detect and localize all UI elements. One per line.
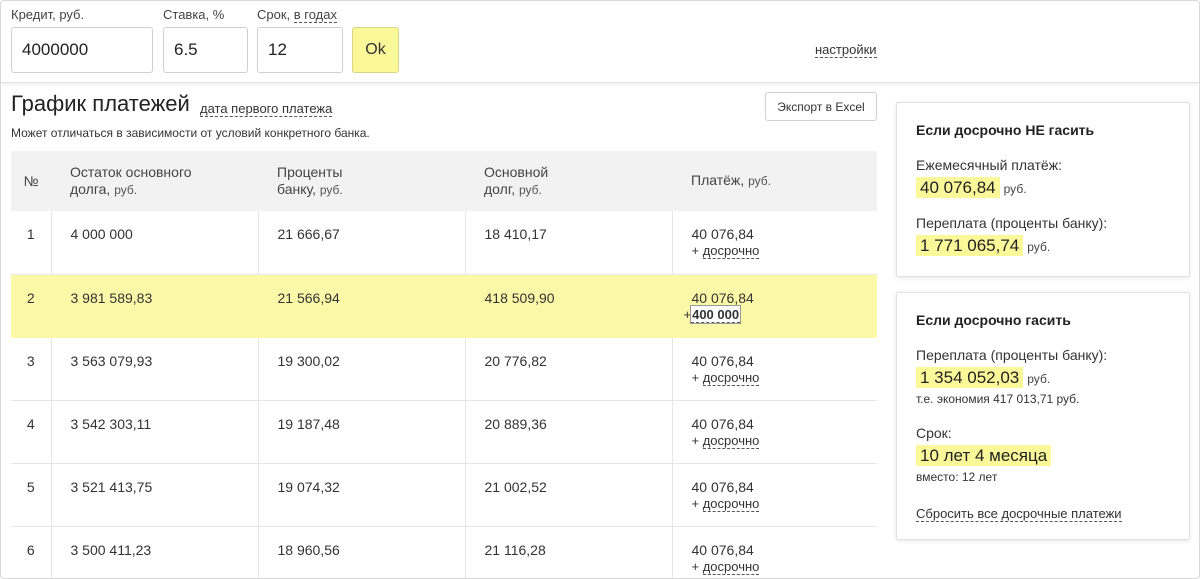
monthly-payment-label: Ежемесячный платёж: bbox=[916, 157, 1062, 173]
interest-cell: 21 666,67 bbox=[257, 211, 465, 275]
payment-cell: 40 076,84 + досрочно bbox=[671, 400, 877, 464]
interest-cell: 19 074,32 bbox=[257, 463, 465, 527]
table-header-row: № Остаток основного долга, руб. Проценты б… bbox=[11, 151, 877, 211]
payment-schedule-table: № Остаток основного долга, руб. Проценты б… bbox=[11, 151, 877, 578]
remaining-cell: 3 542 303,11 bbox=[50, 400, 258, 464]
first-payment-date-link[interactable]: дата первого платежа bbox=[200, 101, 333, 117]
overpay-label: Переплата (проценты банку): bbox=[916, 347, 1108, 363]
principal-cell: 20 889,36 bbox=[464, 400, 672, 464]
remaining-cell: 3 521 413,75 bbox=[50, 463, 258, 527]
with-early-title: Если досрочно гасить bbox=[916, 312, 1071, 328]
payment-value: 40 076,84 bbox=[691, 289, 754, 306]
no-early-title: Если досрочно НЕ гасить bbox=[916, 122, 1095, 138]
early-payment-link[interactable]: досрочно bbox=[702, 495, 760, 512]
row-number: 3 bbox=[11, 337, 51, 401]
early-payment-link[interactable]: досрочно bbox=[702, 369, 760, 386]
row-number: 5 bbox=[11, 463, 51, 527]
col-header-remaining: Остаток основного долга, руб. bbox=[51, 151, 258, 211]
calculator-frame: Кредит, руб. Ставка, % Срок, в годах Ok … bbox=[0, 0, 1200, 579]
term-input[interactable] bbox=[257, 27, 343, 73]
credit-amount-input[interactable] bbox=[11, 27, 153, 73]
overpay-value: 1 771 065,74 руб. bbox=[916, 235, 1050, 256]
export-excel-button[interactable]: Экспорт в Excel bbox=[765, 92, 877, 121]
remaining-cell: 3 981 589,83 bbox=[50, 274, 258, 338]
interest-cell: 19 300,02 bbox=[257, 337, 465, 401]
col-header-interest: Проценты банку, руб. bbox=[258, 151, 465, 211]
remaining-cell: 4 000 000 bbox=[50, 211, 258, 275]
early-payment-link[interactable]: досрочно bbox=[702, 243, 760, 259]
interest-cell: 18 960,56 bbox=[257, 526, 465, 578]
payment-cell: 40 076,84 + досрочно bbox=[671, 337, 877, 401]
principal-cell: 21 002,52 bbox=[464, 463, 672, 527]
monthly-payment-value: 40 076,84 руб. bbox=[916, 177, 1027, 198]
remaining-cell: 3 500 411,23 bbox=[50, 526, 258, 578]
early-payment-control: +400 000 bbox=[683, 304, 742, 324]
principal-cell: 20 776,82 bbox=[464, 337, 672, 401]
table-row: 3 3 563 079,93 19 300,02 20 776,82 40 07… bbox=[11, 337, 877, 401]
settings-link[interactable]: настройки bbox=[815, 42, 877, 58]
early-repayment-card: Если досрочно гасить Переплата (проценты… bbox=[896, 292, 1190, 540]
term-units-link[interactable]: в годах bbox=[293, 7, 337, 23]
early-payment-control: + досрочно bbox=[691, 369, 760, 386]
interest-cell: 21 566,94 bbox=[257, 274, 465, 338]
table-row-highlighted: 2 3 981 589,83 21 566,94 418 509,90 40 0… bbox=[11, 274, 877, 338]
col-header-payment: Платёж, руб. bbox=[672, 151, 877, 211]
ok-button[interactable]: Ok bbox=[352, 27, 399, 73]
early-payment-control: + досрочно bbox=[691, 243, 760, 259]
payment-value: 40 076,84 bbox=[691, 478, 754, 495]
term-label: Срок: bbox=[916, 425, 952, 441]
payment-cell: 40 076,84 +400 000 bbox=[671, 274, 877, 338]
loan-form: Кредит, руб. Ставка, % Срок, в годах Ok … bbox=[1, 1, 1199, 83]
principal-cell: 418 509,90 bbox=[464, 274, 672, 338]
payment-cell: 40 076,84 + досрочно bbox=[671, 211, 877, 275]
row-number: 1 bbox=[11, 211, 51, 275]
reset-early-payments-link[interactable]: Сбросить все досрочные платежи bbox=[916, 506, 1122, 522]
payment-value: 40 076,84 bbox=[691, 541, 754, 558]
payment-value: 40 076,84 bbox=[691, 415, 754, 432]
row-number: 2 bbox=[11, 274, 51, 338]
row-number: 6 bbox=[11, 526, 51, 578]
no-early-repayment-card: Если досрочно НЕ гасить Ежемесячный плат… bbox=[896, 102, 1190, 277]
schedule-title: График платежей bbox=[11, 91, 190, 116]
schedule-note: Может отличаться в зависимости от услови… bbox=[11, 126, 370, 140]
term-label: Срок, в годах bbox=[257, 7, 337, 23]
early-payment-control: + досрочно bbox=[691, 495, 760, 512]
payment-cell: 40 076,84 + досрочно bbox=[671, 463, 877, 527]
early-payment-control: + досрочно bbox=[691, 432, 760, 449]
overpay-label: Переплата (проценты банку): bbox=[916, 215, 1108, 231]
col-header-principal: Основной долг, руб. bbox=[465, 151, 672, 211]
col-header-number: № bbox=[11, 151, 51, 211]
rate-label: Ставка, % bbox=[163, 7, 225, 22]
interest-cell: 19 187,48 bbox=[257, 400, 465, 464]
remaining-cell: 3 563 079,93 bbox=[50, 337, 258, 401]
savings-note: т.е. экономия 417 013,71 руб. bbox=[916, 392, 1080, 406]
payment-cell: 40 076,84 + досрочно bbox=[671, 526, 877, 578]
payment-value: 40 076,84 bbox=[691, 352, 754, 369]
term-value: 10 лет 4 месяца bbox=[916, 445, 1052, 466]
early-payment-link[interactable]: досрочно bbox=[702, 432, 760, 449]
early-payment-link[interactable]: досрочно bbox=[702, 558, 760, 575]
row-number: 4 bbox=[11, 400, 51, 464]
early-payment-control: + досрочно bbox=[691, 558, 760, 575]
table-row: 1 4 000 000 21 666,67 18 410,17 40 076,8… bbox=[11, 211, 877, 275]
term-label-prefix: Срок, bbox=[257, 7, 294, 22]
table-row: 5 3 521 413,75 19 074,32 21 002,52 40 07… bbox=[11, 463, 877, 527]
rate-input[interactable] bbox=[163, 27, 248, 73]
overpay-value: 1 354 052,03 руб. bbox=[916, 367, 1050, 388]
table-row: 4 3 542 303,11 19 187,48 20 889,36 40 07… bbox=[11, 400, 877, 464]
early-payment-amount[interactable]: 400 000 bbox=[690, 304, 742, 324]
principal-cell: 21 116,28 bbox=[464, 526, 672, 578]
payment-value: 40 076,84 bbox=[691, 226, 754, 242]
term-note: вместо: 12 лет bbox=[916, 470, 998, 484]
credit-label: Кредит, руб. bbox=[11, 7, 85, 22]
table-row: 6 3 500 411,23 18 960,56 21 116,28 40 07… bbox=[11, 526, 877, 578]
principal-cell: 18 410,17 bbox=[464, 211, 672, 275]
